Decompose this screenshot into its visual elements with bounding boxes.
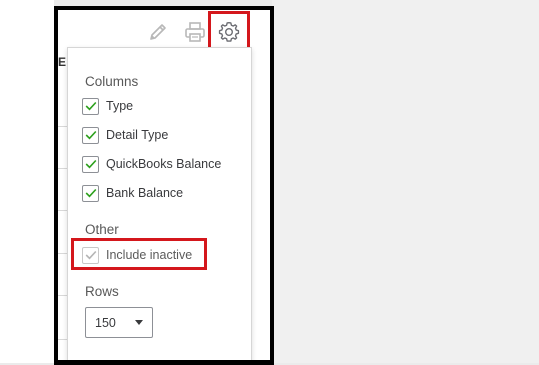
detail-type-label: Detail Type (106, 128, 169, 142)
rows-heading: Rows (85, 284, 119, 299)
quickbooks-balance-label: QuickBooks Balance (106, 157, 222, 171)
type-label: Type (106, 99, 134, 113)
detail-type-checkbox[interactable] (82, 126, 99, 144)
quickbooks-balance-checkbox[interactable] (82, 155, 99, 173)
settings-dropdown-panel: Columns Type Detail Type QuickBooks Bala… (67, 47, 252, 360)
left-background (0, 0, 54, 363)
include-inactive-checkbox[interactable] (82, 246, 99, 264)
columns-heading: Columns (85, 74, 139, 89)
checkmark-icon (85, 250, 96, 260)
include-inactive-label: Include inactive (106, 248, 193, 262)
column-bank-balance-option[interactable]: Bank Balance (82, 182, 183, 204)
rows-per-page-select[interactable]: 150 (85, 307, 153, 338)
column-detail-type-option[interactable]: Detail Type (82, 124, 168, 146)
printer-icon[interactable] (182, 19, 208, 45)
ledger-edge-glyph: E (58, 55, 67, 69)
screenshot-frame: E Columns Type Detail Type QuickBooks Ba… (54, 6, 274, 365)
checkmark-icon (85, 130, 96, 140)
right-background (272, 0, 539, 363)
checkmark-icon (85, 188, 96, 198)
column-type-option[interactable]: Type (82, 95, 133, 117)
bank-balance-checkbox[interactable] (82, 184, 99, 202)
type-checkbox[interactable] (82, 97, 99, 115)
rows-select-value: 150 (95, 315, 116, 330)
checkmark-icon (85, 101, 96, 111)
column-quickbooks-balance-option[interactable]: QuickBooks Balance (82, 153, 221, 175)
checkmark-icon (85, 159, 96, 169)
other-heading: Other (85, 222, 119, 237)
include-inactive-option[interactable]: Include inactive (82, 244, 192, 266)
caret-down-icon (135, 320, 143, 325)
gear-icon (218, 21, 240, 48)
pencil-icon[interactable] (145, 19, 171, 45)
bank-balance-label: Bank Balance (106, 186, 184, 200)
